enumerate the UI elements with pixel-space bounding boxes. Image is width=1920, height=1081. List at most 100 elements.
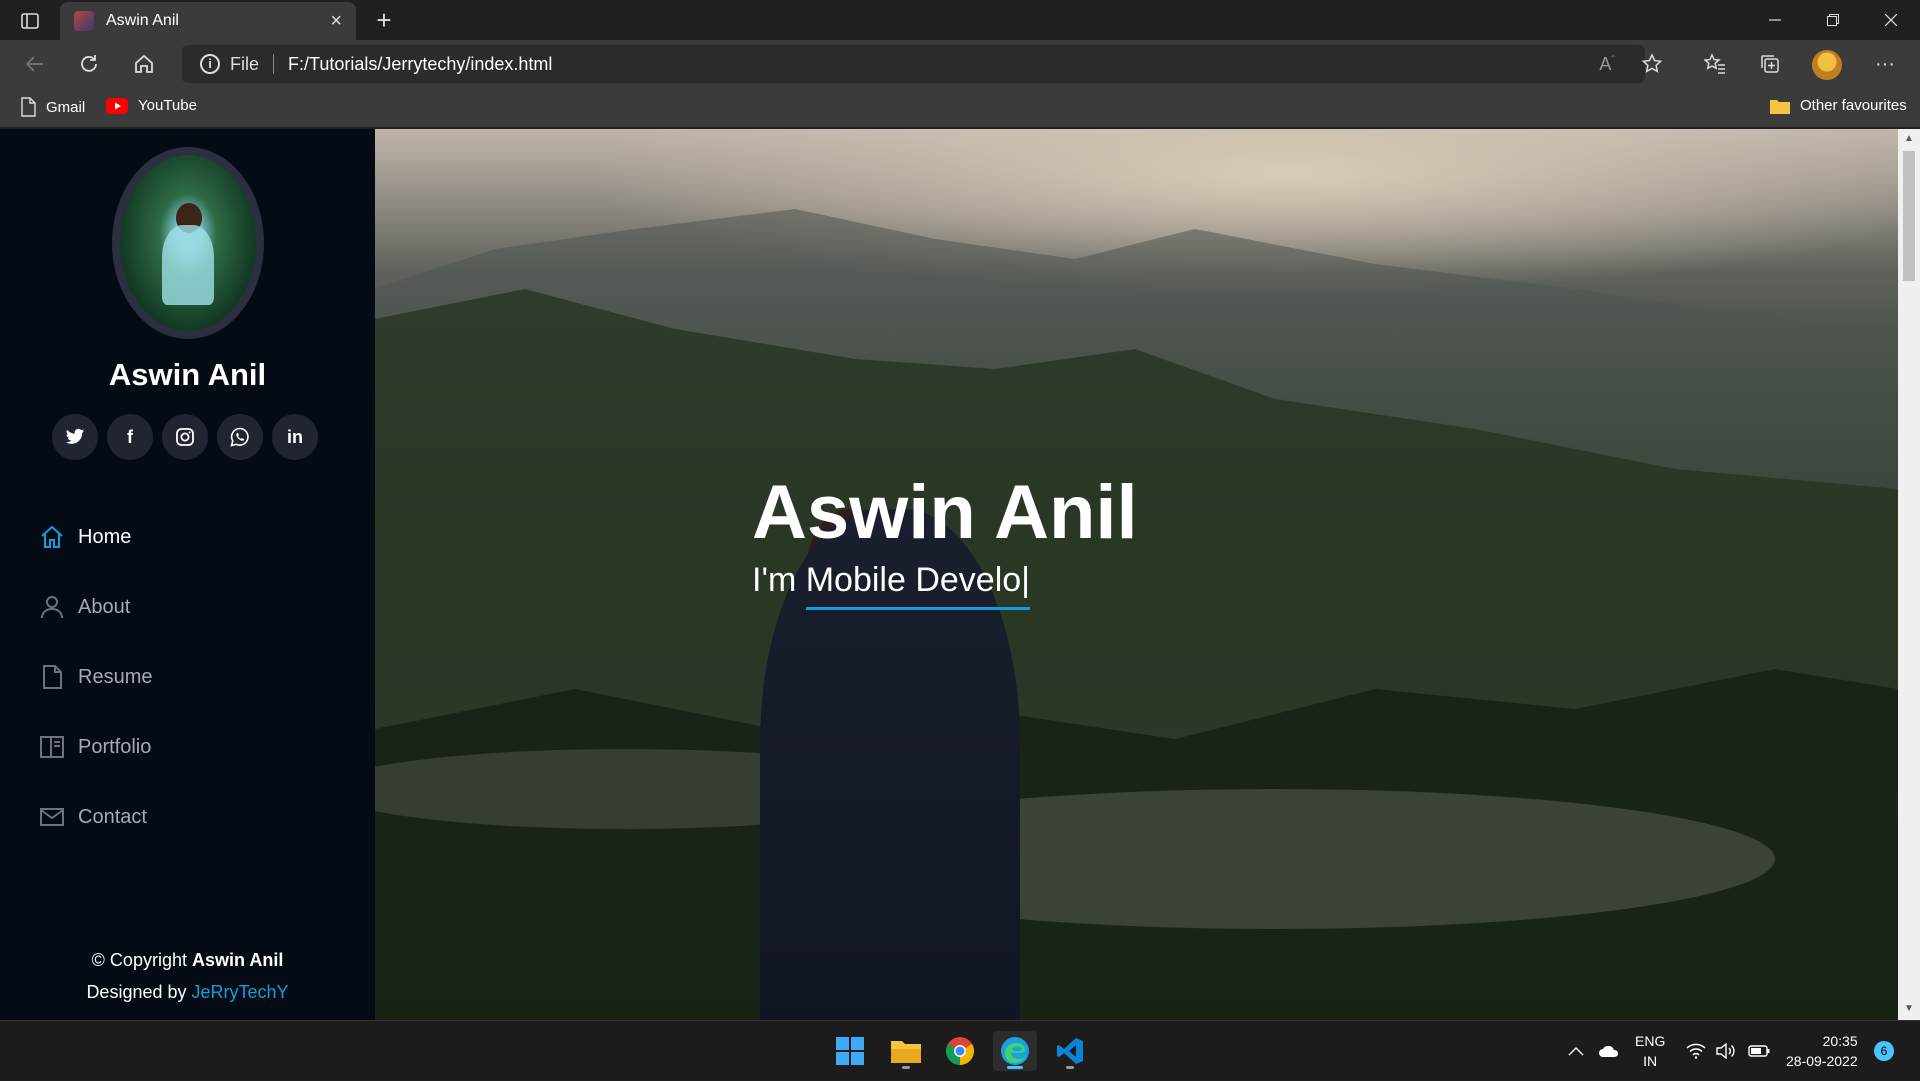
bookmark-youtube[interactable]: YouTube [106,97,197,114]
sidebar-nav: Home About Resume Portfolio Contact [38,502,152,852]
star-add-icon [1641,53,1663,73]
edge-icon [1001,1037,1029,1065]
scroll-thumb[interactable] [1903,151,1915,281]
browser-toolbar: i File F:/Tutorials/Jerrytechy/index.htm… [0,40,1920,88]
book-icon [38,733,66,761]
running-indicator [1066,1066,1074,1069]
nav-label: Contact [78,805,147,828]
profile-avatar[interactable] [1812,50,1842,80]
youtube-icon [106,97,128,114]
scroll-down-icon[interactable]: ▼ [1903,1003,1915,1014]
url-text[interactable]: F:/Tutorials/Jerrytechy/index.html [288,54,552,75]
back-arrow-icon [25,56,43,72]
close-tab-icon[interactable]: × [330,10,342,33]
read-aloud-button[interactable]: Aˆ [1592,50,1622,78]
nav-item-resume[interactable]: Resume [38,642,152,712]
refresh-icon [81,55,97,72]
new-tab-button[interactable]: + [368,4,400,36]
home-button[interactable] [127,48,161,80]
cloud-icon [1599,1045,1619,1057]
site-favicon-icon [74,11,94,31]
running-indicator [902,1066,910,1069]
active-indicator [1007,1066,1023,1069]
nav-item-about[interactable]: About [38,572,152,642]
notification-badge[interactable]: 6 [1874,1041,1894,1061]
other-favourites-folder[interactable]: Other favourites [1770,97,1907,114]
file-icon [38,663,66,691]
twitter-icon[interactable] [52,414,98,460]
edge-button[interactable] [993,1031,1037,1071]
wifi-icon [1686,1043,1706,1059]
profile-photo [112,147,264,339]
minimize-button[interactable] [1746,0,1804,40]
minimize-icon [1769,19,1781,21]
battery-tray[interactable] [1748,1021,1770,1081]
add-favourite-button[interactable] [1637,50,1667,78]
clock[interactable]: 20:35 28-09-2022 [1786,1031,1858,1071]
profile-name: Aswin Anil [108,357,267,392]
home-icon [135,54,153,73]
lang-region: IN [1643,1053,1658,1069]
nav-item-portfolio[interactable]: Portfolio [38,712,152,782]
favourites-button[interactable] [1700,50,1730,78]
volume-icon [1716,1043,1735,1059]
photo-body [162,225,214,305]
browser-tab[interactable]: Aswin Anil × [60,2,356,40]
nav-label: Resume [78,665,153,688]
hero-title: Aswin Anil [752,470,1138,555]
start-button[interactable] [828,1031,872,1071]
language-indicator[interactable]: ENG IN [1635,1031,1665,1071]
more-dots-icon: ··· [1875,52,1895,75]
person-icon [38,593,66,621]
browser-titlebar: Aswin Anil × + [0,0,1920,40]
collections-icon [1761,55,1779,73]
home-icon [38,523,66,551]
facebook-icon[interactable]: f [107,414,153,460]
instagram-icon[interactable] [162,414,208,460]
page-icon [21,97,36,117]
tab-actions-icon [21,13,39,29]
nav-item-home[interactable]: Home [38,502,152,572]
bookmark-label: Gmail [46,98,86,116]
taskbar: ENG IN 20:35 28-09-2022 6 [0,1020,1920,1080]
settings-more-button[interactable]: ··· [1870,50,1900,78]
folder-icon [1770,99,1790,114]
bookmark-gmail[interactable]: Gmail [20,97,85,117]
designer-link[interactable]: JeRryTechY [192,982,289,1002]
chrome-button[interactable] [938,1031,982,1071]
favourites-icon [1704,53,1725,74]
onedrive-tray[interactable] [1598,1021,1620,1081]
refresh-button[interactable] [72,48,106,80]
volume-tray[interactable] [1716,1021,1736,1081]
chrome-icon [946,1037,974,1065]
hero-section: Aswin Anil I'm Mobile Develo| [375,129,1898,1020]
close-icon [1885,14,1897,26]
sidebar: Aswin Anil f in Home About Resume Portfo… [0,129,375,1020]
lang-code: ENG [1635,1033,1666,1049]
tab-actions-button[interactable] [12,8,48,34]
wifi-tray[interactable] [1686,1021,1706,1081]
sidebar-footer: © Copyright Aswin Anil Designed by JeRry… [0,944,375,1008]
site-info-icon[interactable]: i [200,54,220,74]
collections-button[interactable] [1755,50,1785,78]
web-page: Aswin Anil f in Home About Resume Portfo… [0,129,1920,1020]
page-scrollbar[interactable]: ▲ ▼ [1898,129,1920,1020]
typing-cursor: | [1021,561,1031,599]
back-button[interactable] [18,48,52,80]
address-bar[interactable]: i File F:/Tutorials/Jerrytechy/index.htm… [182,45,1645,83]
show-hidden-icons[interactable] [1568,1021,1584,1081]
typed-text: Mobile Develo| [805,561,1031,610]
file-explorer-button[interactable] [884,1031,928,1071]
restore-button[interactable] [1804,0,1862,40]
tab-title: Aswin Anil [106,12,179,29]
nav-item-contact[interactable]: Contact [38,782,152,852]
chevron-up-icon [1568,1047,1584,1056]
linkedin-icon[interactable]: in [272,414,318,460]
close-window-button[interactable] [1862,0,1920,40]
whatsapp-icon[interactable] [217,414,263,460]
windows-icon [836,1037,864,1065]
nav-label: Portfolio [78,735,152,758]
typed-role: Mobile Develo [805,561,1022,599]
scroll-up-icon[interactable]: ▲ [1903,133,1915,144]
vscode-button[interactable] [1048,1031,1092,1071]
